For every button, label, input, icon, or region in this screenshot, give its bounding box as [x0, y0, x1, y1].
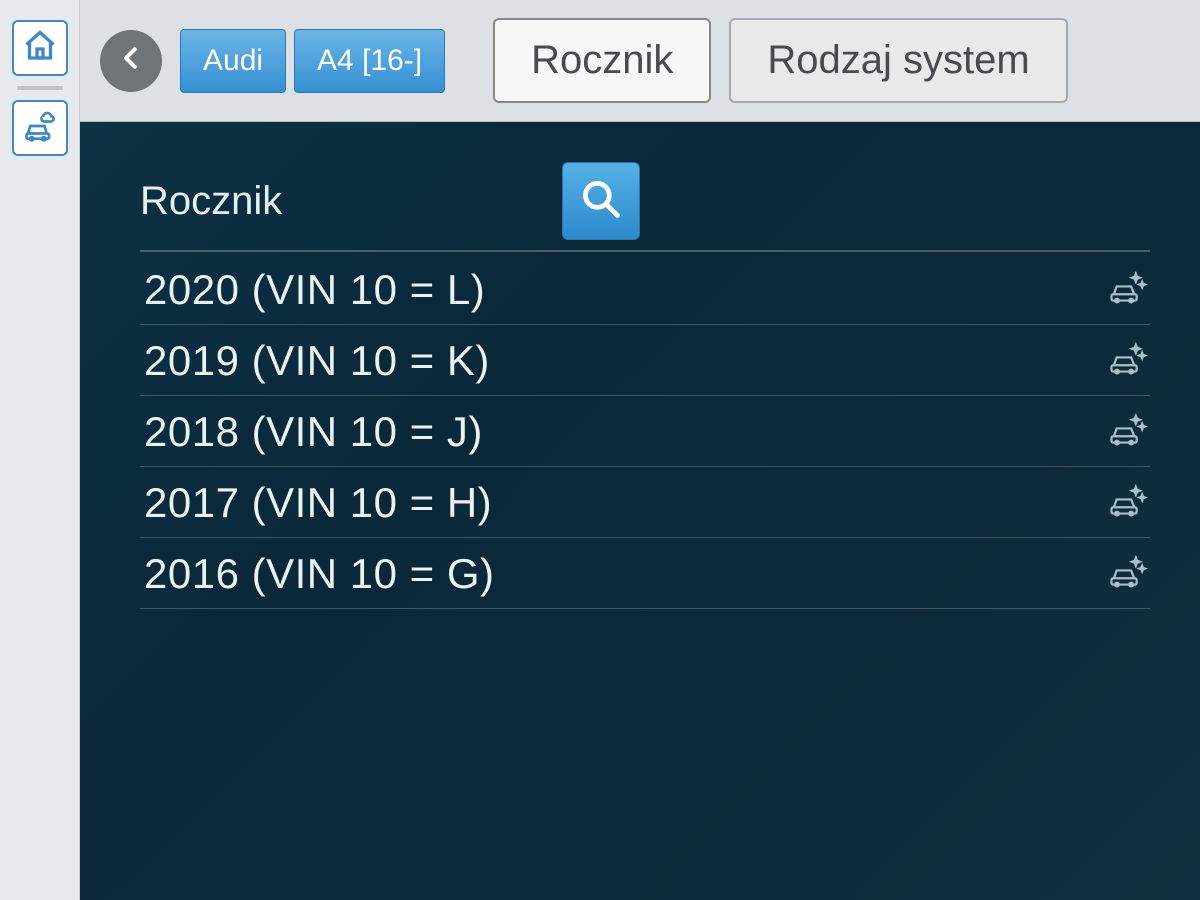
list-item[interactable]: 2018 (VIN 10 = J): [140, 396, 1150, 467]
year-list: 2020 (VIN 10 = L) 2019 (VIN 10 = K): [140, 254, 1150, 609]
list-item-label: 2020 (VIN 10 = L): [144, 266, 485, 314]
search-button[interactable]: [562, 162, 640, 240]
back-button[interactable]: [100, 30, 162, 92]
diagnostics-button[interactable]: [12, 100, 68, 156]
topbar: Audi A4 [16-] Rocznik Rodzaj system: [80, 0, 1200, 122]
list-item-label: 2018 (VIN 10 = J): [144, 408, 483, 456]
car-cloud-icon: [22, 108, 58, 149]
list-item[interactable]: 2017 (VIN 10 = H): [140, 467, 1150, 538]
car-sparkle-icon: [1106, 481, 1150, 526]
sidebar: [0, 0, 80, 900]
list-item-label: 2019 (VIN 10 = K): [144, 337, 490, 385]
main: Audi A4 [16-] Rocznik Rodzaj system Rocz…: [80, 0, 1200, 900]
car-sparkle-icon: [1106, 268, 1150, 313]
list-item-label: 2016 (VIN 10 = G): [144, 550, 495, 598]
car-sparkle-icon: [1106, 552, 1150, 597]
list-item-label: 2017 (VIN 10 = H): [144, 479, 492, 527]
search-icon: [579, 177, 623, 226]
home-icon: [22, 28, 58, 69]
section-header: Rocznik: [140, 162, 1150, 252]
tab-group: Rocznik Rodzaj system: [493, 18, 1068, 103]
car-sparkle-icon: [1106, 410, 1150, 455]
tab-rocznik[interactable]: Rocznik: [493, 18, 711, 103]
breadcrumb: Audi A4 [16-]: [180, 29, 445, 93]
car-sparkle-icon: [1106, 339, 1150, 384]
list-item[interactable]: 2019 (VIN 10 = K): [140, 325, 1150, 396]
sidebar-separator: [17, 86, 63, 90]
section-title: Rocznik: [140, 179, 282, 224]
breadcrumb-model[interactable]: A4 [16-]: [294, 29, 445, 93]
list-item[interactable]: 2020 (VIN 10 = L): [140, 254, 1150, 325]
content: Rocznik 2020 (VIN 10 = L): [80, 122, 1200, 900]
list-item[interactable]: 2016 (VIN 10 = G): [140, 538, 1150, 609]
tab-rodzaj-systemu[interactable]: Rodzaj system: [729, 18, 1067, 103]
home-button[interactable]: [12, 20, 68, 76]
chevron-left-icon: [116, 43, 146, 78]
breadcrumb-make[interactable]: Audi: [180, 29, 286, 93]
